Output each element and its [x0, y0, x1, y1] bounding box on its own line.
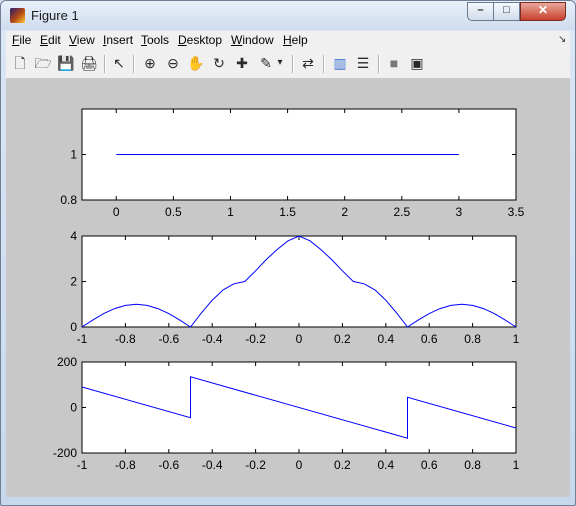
show-plot-tools-icon[interactable]: ▣ [408, 54, 426, 72]
close-icon: ✕ [537, 3, 549, 17]
x-tick-label: 0.4 [377, 458, 394, 472]
toolbar-separator [323, 55, 325, 73]
x-tick-label: -0.8 [115, 332, 136, 346]
x-tick-label: -0.6 [158, 332, 179, 346]
x-tick-label: 1 [513, 458, 520, 472]
x-tick-label: 1 [513, 332, 520, 346]
toolbar-separator [378, 55, 380, 73]
x-tick-label: -1 [77, 332, 88, 346]
y-tick-label: 200 [57, 355, 77, 369]
legend-icon[interactable]: ☰ [354, 54, 372, 72]
x-tick-label: 0.2 [334, 332, 351, 346]
data-cursor-icon[interactable]: ✚ [233, 54, 251, 72]
colorbar-icon[interactable]: ▥ [331, 54, 349, 72]
toolbar-separator [104, 55, 106, 73]
y-tick-label: 2 [70, 275, 77, 289]
edit-plot-icon[interactable]: ↖ [110, 54, 128, 72]
x-tick-label: 0.5 [165, 205, 182, 219]
link-plot-icon[interactable]: ⇄ [299, 54, 317, 72]
x-tick-label: 1.5 [279, 205, 296, 219]
x-tick-label: 0.6 [421, 458, 438, 472]
x-tick-label: 0 [296, 458, 303, 472]
y-tick-label: 0 [70, 320, 77, 334]
x-tick-label: -0.2 [245, 332, 266, 346]
title-bar[interactable]: Figure 1 – □ ✕ [1, 1, 575, 30]
menu-bar: File Edit View Insert Tools Desktop Wind… [6, 31, 570, 50]
menu-view[interactable]: View [69, 33, 95, 47]
rotate-3d-icon[interactable]: ↻ [210, 54, 228, 72]
y-tick-label: 0.8 [60, 193, 77, 207]
y-tick-label: 4 [70, 229, 77, 243]
menu-file[interactable]: File [12, 33, 31, 47]
figure-toolbar: 🗋 🗁 💾 🖨 ↖ ⊕ ⊖ ✋ ↻ ✚ ✎ ▾ ⇄ ▥ ☰ ■ ▣ [6, 50, 570, 79]
menu-edit[interactable]: Edit [40, 33, 61, 47]
x-tick-label: 2.5 [393, 205, 410, 219]
x-tick-label: 3.5 [508, 205, 525, 219]
window-title: Figure 1 [31, 8, 79, 23]
open-file-icon[interactable]: 🗁 [34, 54, 52, 72]
minimize-icon: – [477, 4, 484, 16]
y-tick-label: 1 [70, 148, 77, 162]
maximize-button[interactable]: □ [493, 2, 520, 21]
x-tick-label: 0.4 [377, 332, 394, 346]
brush-icon[interactable]: ✎ [257, 54, 275, 72]
brush-dropdown-icon[interactable]: ▾ [274, 54, 286, 72]
x-tick-label: 3 [456, 205, 463, 219]
toolbar-separator [292, 55, 294, 73]
plots-svg: 0 0.5 1 1.5 2 2.5 3 3.5 0.8 1 -1 -0.8 -0.6 -0.4 -0.2 0 0… [53, 108, 525, 472]
print-figure-icon[interactable]: 🖨 [80, 54, 98, 72]
maximize-icon: □ [503, 4, 510, 16]
x-tick-label: 2 [341, 205, 348, 219]
close-button[interactable]: ✕ [520, 2, 566, 21]
save-figure-icon[interactable]: 💾 [57, 54, 75, 72]
figure-canvas: 0 0.5 1 1.5 2 2.5 3 3.5 0.8 1 -1 -0.8 -0.6 -0.4 -0.2 0 0… [6, 78, 570, 497]
y-tick-label: 0 [70, 401, 77, 415]
x-tick-label: -0.8 [115, 458, 136, 472]
y-tick-label: -200 [53, 446, 77, 460]
matlab-icon [10, 8, 25, 23]
x-tick-label: -0.4 [202, 332, 223, 346]
menu-help[interactable]: Help [283, 33, 308, 47]
figure-window: Figure 1 – □ ✕ File Edit View Insert Too… [0, 0, 576, 506]
pan-icon[interactable]: ✋ [187, 54, 205, 72]
hide-plot-tools-icon[interactable]: ■ [385, 54, 403, 72]
toolbar-separator [133, 55, 135, 73]
x-tick-label: 1 [227, 205, 234, 219]
new-figure-icon[interactable]: 🗋 [11, 54, 29, 72]
x-tick-label: -0.4 [202, 458, 223, 472]
menu-tools[interactable]: Tools [141, 33, 169, 47]
x-tick-label: -0.2 [245, 458, 266, 472]
x-tick-label: 0.6 [421, 332, 438, 346]
menu-insert[interactable]: Insert [103, 33, 133, 47]
x-tick-label: 0.8 [464, 332, 481, 346]
dock-icon[interactable]: ↘ [558, 34, 566, 45]
x-tick-label: 0 [296, 332, 303, 346]
x-tick-label: -1 [77, 458, 88, 472]
menu-desktop[interactable]: Desktop [178, 33, 222, 47]
minimize-button[interactable]: – [467, 2, 494, 21]
x-tick-label: 0 [113, 205, 120, 219]
x-tick-label: 0.8 [464, 458, 481, 472]
menu-window[interactable]: Window [231, 33, 274, 47]
plot-axes-2[interactable] [81, 235, 517, 328]
x-tick-label: 0.2 [334, 458, 351, 472]
x-tick-label: -0.6 [158, 458, 179, 472]
zoom-in-icon[interactable]: ⊕ [141, 54, 159, 72]
zoom-out-icon[interactable]: ⊖ [164, 54, 182, 72]
